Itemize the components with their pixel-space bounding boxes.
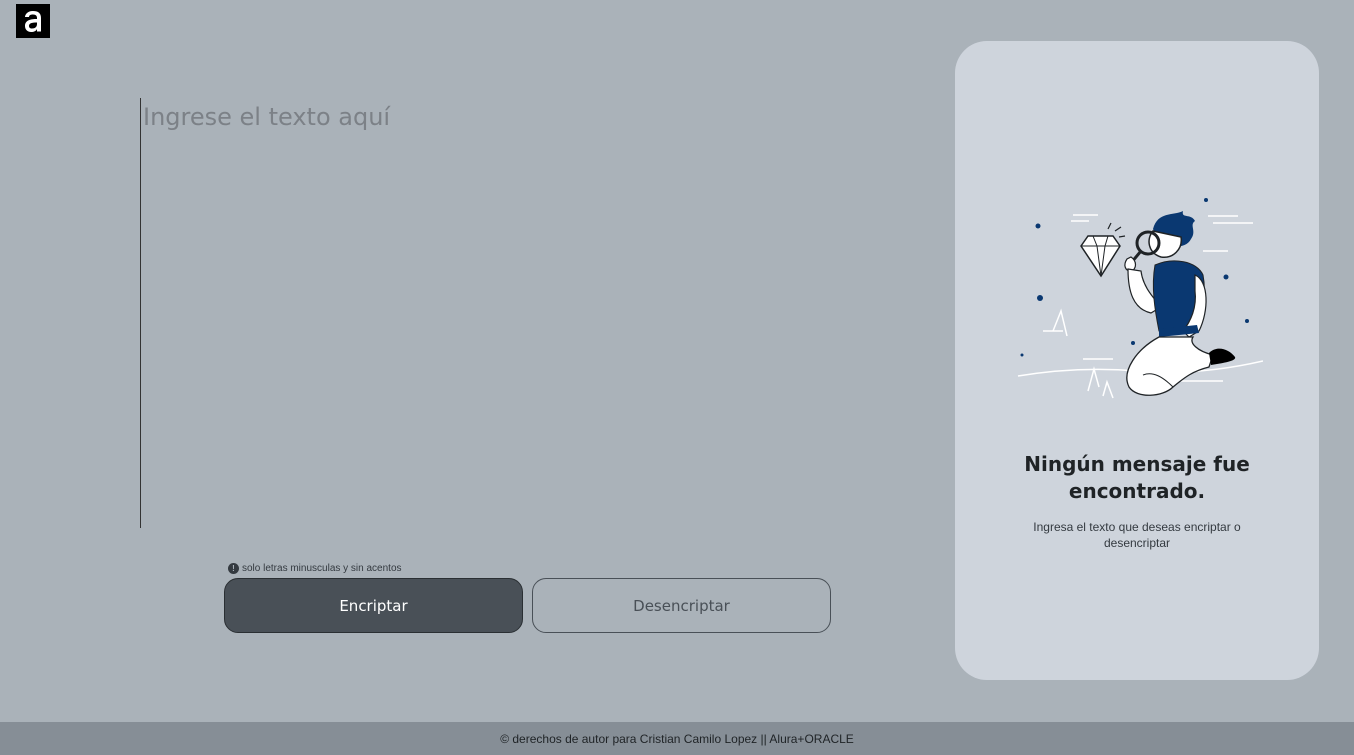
input-hint: ! solo letras minusculas y sin acentos bbox=[228, 563, 402, 574]
result-panel: Ningún mensaje fue encontrado. Ingresa e… bbox=[955, 41, 1319, 680]
result-title: Ningún mensaje fue encontrado. bbox=[1024, 452, 1250, 503]
result-subtitle: Ingresa el texto que deseas encriptar o … bbox=[1033, 520, 1241, 550]
footer: © derechos de autor para Cristian Camilo… bbox=[0, 722, 1354, 755]
info-icon: ! bbox=[228, 563, 239, 574]
encrypt-button[interactable]: Encriptar bbox=[224, 578, 523, 633]
footer-text: © derechos de autor para Cristian Camilo… bbox=[500, 731, 854, 746]
text-input[interactable] bbox=[140, 98, 900, 528]
decrypt-button[interactable]: Desencriptar bbox=[532, 578, 831, 633]
alura-logo bbox=[16, 4, 50, 38]
alura-logo-icon bbox=[25, 11, 41, 32]
hint-text: solo letras minusculas y sin acentos bbox=[242, 563, 402, 574]
person-magnifier-illustration-icon bbox=[1017, 198, 1263, 399]
